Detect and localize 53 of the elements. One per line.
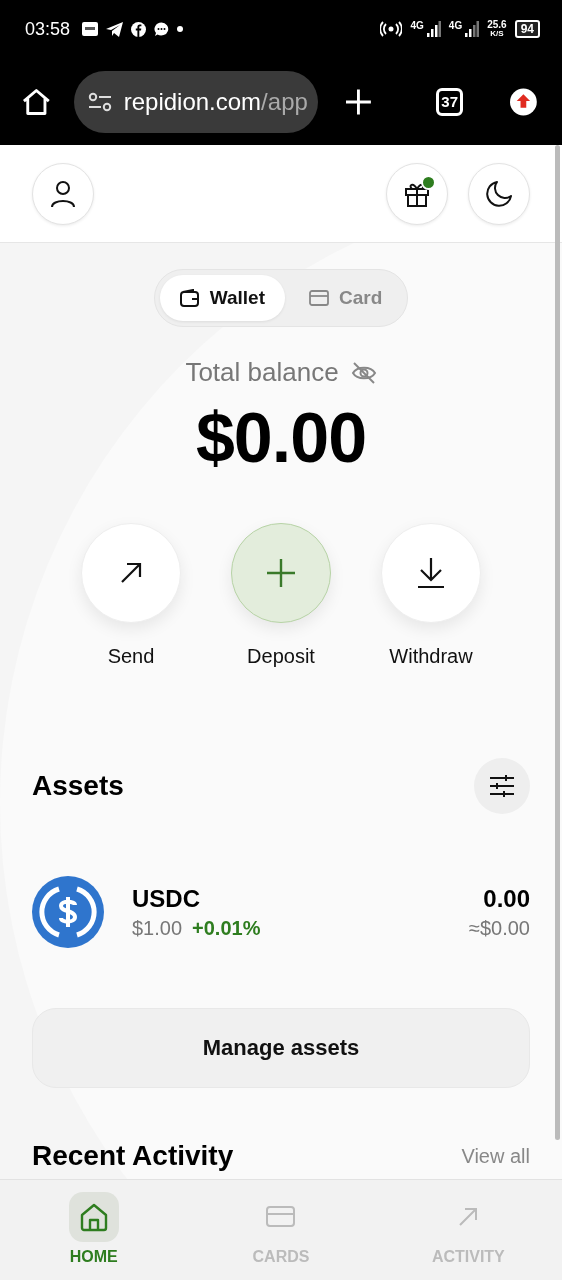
home-icon[interactable] [22,87,51,116]
manage-assets-button[interactable]: Manage assets [32,1008,530,1088]
wallet-icon [179,289,200,307]
balance-amount: $0.00 [194,398,368,478]
card-icon [266,1205,296,1229]
telegram-icon [106,21,124,37]
battery-level: 94 [514,20,540,38]
coin-icon [32,876,104,948]
network-type: 4G [448,20,463,31]
view-tab[interactable]: Wallet [159,275,285,321]
view-all-link[interactable]: View all [461,1144,530,1168]
gift-button[interactable] [386,162,448,225]
site-settings-icon[interactable] [87,91,112,112]
plus-icon [266,558,296,588]
action-label: Withdraw [389,645,473,668]
hide-balance-icon[interactable] [350,361,377,384]
price-change: +0.01% [192,916,261,940]
network-type: 4G [410,20,424,31]
action-label: Send [107,645,155,668]
nav-tab[interactable]: HOME [0,1180,188,1280]
sliders-icon [489,774,515,798]
signal-icon [465,21,480,37]
facebook-icon [131,21,147,37]
download-arrow-icon [416,557,446,589]
dot-icon [177,26,184,32]
speed-unit: K/S [490,30,504,38]
home-icon [78,1202,109,1232]
status-time: 03:58 [25,18,71,40]
tab-count-button[interactable]: 37 [436,87,464,116]
signal-icon [426,21,441,37]
moon-icon [484,178,514,209]
profile-icon [50,179,76,208]
dark-mode-button[interactable] [468,162,530,225]
view-tab[interactable]: Card [288,275,403,321]
network-speed: 25.6 [487,20,507,30]
url-text: repidion.com/app [123,87,308,116]
asset-amount: 0.00 [483,884,530,913]
app-notification-icon [82,22,99,36]
chat-bubble-icon [154,21,170,37]
asset-price: $1.00 [132,916,183,940]
assets-heading: Assets [32,770,124,802]
recent-activity-heading: Recent Activity [32,1140,234,1172]
asset-symbol: USDC [132,884,201,913]
balance-label: Total balance [185,357,339,388]
new-tab-icon[interactable] [346,88,372,115]
arrow-up-right-icon [458,1207,479,1227]
address-bar[interactable]: repidion.com/app [73,70,319,133]
card-icon [308,290,329,306]
arrow-up-right-icon [119,561,143,585]
asset-value: ≈$0.00 [468,916,530,940]
action-label: Deposit [247,645,315,668]
profile-button[interactable] [32,162,94,225]
hotspot-icon [380,21,403,37]
